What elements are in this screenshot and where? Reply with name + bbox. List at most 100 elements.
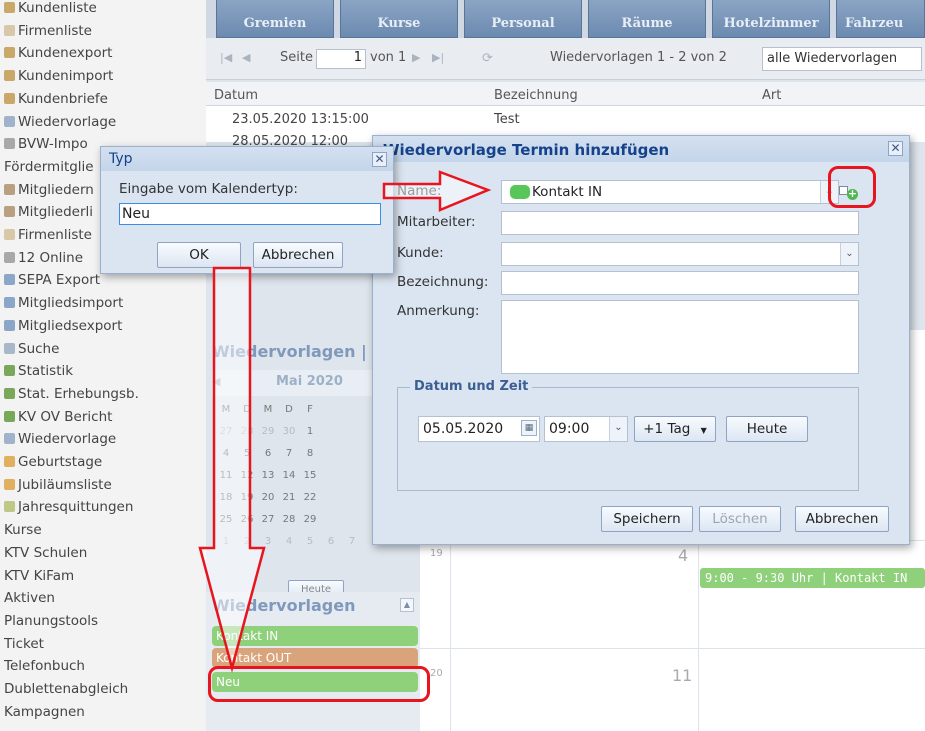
sidebar-item[interactable]: Jubiläumsliste xyxy=(4,475,112,495)
next-page-icon[interactable]: ▶ xyxy=(412,51,420,64)
calendar-day[interactable]: 4 xyxy=(216,448,236,459)
sidebar-item[interactable]: Planungstools xyxy=(4,611,98,631)
save-button[interactable]: Speichern xyxy=(601,506,693,532)
sidebar-item[interactable]: Ticket xyxy=(4,634,44,654)
calendar-day[interactable]: 6 xyxy=(258,448,278,459)
today-button[interactable]: Heute xyxy=(726,416,808,442)
tab-kurse[interactable]: Kurse xyxy=(340,0,458,38)
sidebar-item[interactable]: Mitgliedsexport xyxy=(4,316,122,336)
sidebar-item[interactable]: Jahresquittungen xyxy=(4,497,133,517)
page-number-input[interactable]: 1 xyxy=(316,49,366,69)
sidebar-item[interactable]: Kampagnen xyxy=(4,702,85,722)
collapse-icon[interactable]: ▲ xyxy=(400,598,414,612)
sidebar-item[interactable]: Kundenbriefe xyxy=(4,89,108,109)
sidebar-item[interactable]: Statistik xyxy=(4,361,73,381)
sidebar-item[interactable]: KV OV Bericht xyxy=(4,407,112,427)
calendar-day[interactable]: 27 xyxy=(258,514,278,525)
calendar-day[interactable]: 1 xyxy=(300,426,320,437)
column-header-art[interactable]: Art xyxy=(762,88,781,103)
chevron-down-icon[interactable]: ⌄ xyxy=(840,243,858,265)
sidebar-item[interactable]: Kundenexport xyxy=(4,43,112,63)
calendar-day[interactable]: 29 xyxy=(300,514,320,525)
typ-input[interactable]: Neu xyxy=(119,203,381,225)
sidebar-item[interactable]: Suche xyxy=(4,339,59,359)
prev-month-icon[interactable]: ◀ xyxy=(212,375,220,388)
filter-select[interactable]: alle Wiedervorlagen xyxy=(762,47,922,71)
column-header-datum[interactable]: Datum xyxy=(214,88,258,103)
calendar-day[interactable]: 21 xyxy=(279,492,299,503)
kunde-combo[interactable]: ⌄ xyxy=(501,242,859,266)
tab-personal[interactable]: Personal xyxy=(464,0,582,38)
sidebar-item[interactable]: KTV Schulen xyxy=(4,543,87,563)
grid-cell-bezeichnung[interactable]: Test xyxy=(494,112,520,127)
calendar-day[interactable]: 4 xyxy=(279,536,299,547)
calendar-day[interactable]: 13 xyxy=(258,470,278,481)
chevron-down-icon[interactable]: ▼ xyxy=(701,426,707,435)
calendar-day[interactable]: 28 xyxy=(279,514,299,525)
mitarbeiter-field[interactable] xyxy=(501,211,859,235)
calendar-day[interactable]: 3 xyxy=(258,536,278,547)
calendar-day[interactable]: 1 xyxy=(216,536,236,547)
bezeichnung-field[interactable] xyxy=(501,271,859,295)
sidebar-item[interactable]: Mitgliedern xyxy=(4,180,94,200)
close-icon[interactable]: ✕ xyxy=(372,152,387,167)
refresh-icon[interactable]: ⟳ xyxy=(482,51,493,66)
cancel-button[interactable]: Abbrechen xyxy=(795,506,889,532)
column-header-bezeichnung[interactable]: Bezeichnung xyxy=(494,88,578,103)
first-page-icon[interactable]: |◀ xyxy=(220,51,232,64)
sidebar-item[interactable]: Fördermitglie xyxy=(4,157,94,177)
sidebar-item[interactable]: 12 Online xyxy=(4,248,83,268)
anmerkung-textarea[interactable] xyxy=(501,300,859,374)
chevron-down-icon[interactable]: ⌄ xyxy=(609,417,627,441)
calendar-type-kontakt-in[interactable]: Kontakt IN xyxy=(212,626,418,646)
calendar-day[interactable]: 30 xyxy=(279,426,299,437)
abbrechen-button[interactable]: Abbrechen xyxy=(253,242,343,268)
sidebar-item[interactable]: BVW-Impo xyxy=(4,134,88,154)
offset-split-button[interactable]: +1 Tag ▼ xyxy=(634,416,716,442)
sidebar-item[interactable]: Telefonbuch xyxy=(4,656,85,676)
sidebar-item[interactable]: Kundenliste xyxy=(4,0,97,18)
date-field[interactable]: 05.05.2020 ▦ xyxy=(418,416,540,442)
calendar-icon[interactable]: ▦ xyxy=(521,420,537,436)
tab-raeume[interactable]: Räume xyxy=(588,0,706,38)
sidebar-item[interactable]: Geburtstage xyxy=(4,452,102,472)
calendar-day[interactable]: 7 xyxy=(279,448,299,459)
last-page-icon[interactable]: ▶| xyxy=(432,51,444,64)
sidebar-item[interactable]: SEPA Export xyxy=(4,270,100,290)
calendar-day[interactable]: 5 xyxy=(300,536,320,547)
tab-fahrzeuge[interactable]: Fahrzeu xyxy=(836,0,925,38)
calendar-type-kontakt-out[interactable]: Kontakt OUT xyxy=(212,648,418,668)
calendar-day[interactable]: 18 xyxy=(216,492,236,503)
typ-dialog-titlebar[interactable]: Typ ✕ xyxy=(101,147,393,171)
tab-gremien[interactable]: Gremien xyxy=(216,0,334,38)
calendar-day[interactable]: 20 xyxy=(258,492,278,503)
tab-hotelzimmer[interactable]: Hotelzimmer xyxy=(712,0,830,38)
time-combo[interactable]: 09:00 ⌄ xyxy=(544,416,628,442)
prev-page-icon[interactable]: ◀ xyxy=(242,51,250,64)
calendar-day[interactable]: 15 xyxy=(300,470,320,481)
sidebar-item[interactable]: Mitgliederli xyxy=(4,202,93,222)
sidebar-item[interactable]: Firmenliste xyxy=(4,225,92,245)
calendar-day[interactable]: 29 xyxy=(258,426,278,437)
calendar-day[interactable]: 2 xyxy=(237,536,257,547)
calendar-day[interactable]: 14 xyxy=(279,470,299,481)
calendar-day[interactable]: 8 xyxy=(300,448,320,459)
sidebar-item[interactable]: Mitgliedsimport xyxy=(4,293,123,313)
sidebar-item[interactable]: Wiedervorlage xyxy=(4,112,116,132)
ok-button[interactable]: OK xyxy=(157,242,241,268)
sidebar-item[interactable]: Wiedervorlage xyxy=(4,429,116,449)
calendar-day[interactable]: 5 xyxy=(237,448,257,459)
calendar-day[interactable]: 28 xyxy=(237,426,257,437)
calendar-day[interactable]: 19 xyxy=(237,492,257,503)
name-combo[interactable]: Kontakt IN ⌄ xyxy=(501,180,839,204)
calendar-day[interactable]: 22 xyxy=(300,492,320,503)
sidebar-item[interactable]: KTV KiFam xyxy=(4,566,74,586)
calendar-day[interactable]: 12 xyxy=(237,470,257,481)
sidebar-item[interactable]: Aktiven xyxy=(4,588,55,608)
calendar-day[interactable]: 7 xyxy=(342,536,362,547)
calendar-day[interactable]: 26 xyxy=(237,514,257,525)
calendar-day[interactable]: 27 xyxy=(216,426,236,437)
delete-button[interactable]: Löschen xyxy=(699,506,781,532)
termin-dialog-titlebar[interactable]: Wiedervorlage Termin hinzufügen ✕ xyxy=(373,136,909,162)
calendar-day[interactable]: 6 xyxy=(321,536,341,547)
